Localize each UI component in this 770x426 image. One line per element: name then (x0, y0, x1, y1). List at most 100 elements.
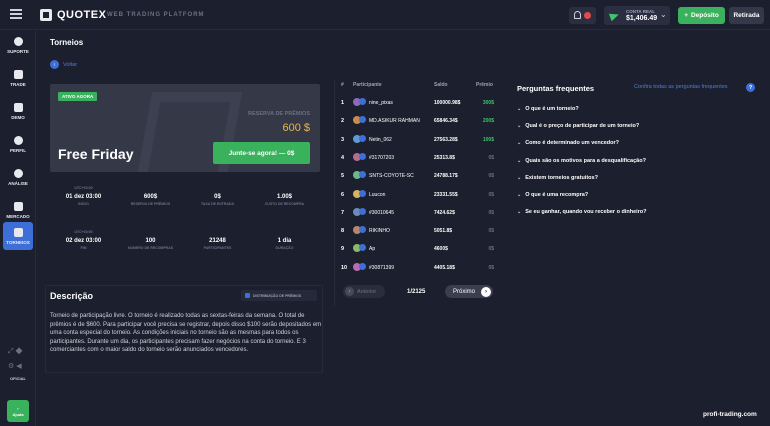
country-flag-icon (359, 98, 366, 105)
rank: 5 (341, 173, 345, 180)
participant-name: nine_pixas (369, 100, 393, 106)
participant-balance: 5051.8$ (434, 228, 453, 235)
sidebar-item-market[interactable]: MERCADO (3, 197, 33, 223)
withdraw-button[interactable]: Retirada (729, 7, 764, 24)
faq-question: Como é determinado um vencedor? (525, 140, 620, 147)
official-label: OFICIAL (10, 376, 26, 381)
chevron-left-icon: ‹ (345, 287, 354, 296)
table-row[interactable]: 6 Luucon 23331.55$ 0$ (336, 186, 496, 204)
participant-balance: 23331.55$ (434, 191, 458, 198)
settings-icon[interactable]: ⚙ ◀ (8, 362, 22, 370)
rank: 1 (341, 100, 345, 106)
stat-rebuys: 100 NÚMERO DE RECOMPRAS (117, 235, 184, 251)
faq-item[interactable]: ⌄ Se eu ganhar, quando vou receber o dinh… (517, 209, 647, 215)
sidebar-item-label: ANÁLISE (8, 180, 28, 186)
table-row[interactable]: 1 nine_pixas 100000.98$ 300$ (336, 94, 496, 112)
previous-button[interactable]: ‹ Anterior (343, 285, 385, 298)
faq-item[interactable]: ⌄ O que é uma recompra? (517, 192, 588, 198)
sidebar-item-profile[interactable]: PERFIL (3, 131, 33, 157)
faq-item[interactable]: ⌄ Quais são os motivos para a desqualific… (517, 158, 646, 164)
stat-value: 01 dez 03:00 (65, 193, 102, 200)
faq-item[interactable]: ⌄ Como é determinado um vencedor? (517, 140, 619, 146)
back-link[interactable]: ‹ Voltar (50, 60, 77, 69)
stat-label: CUSTO DE RECOMPRA (264, 202, 305, 206)
stat-rebuy-cost: 1.00$ CUSTO DE RECOMPRA (251, 191, 318, 207)
participant-prize: 0$ (488, 246, 494, 253)
sidebar-item-analysis[interactable]: ANÁLISE (3, 164, 33, 190)
divider (334, 80, 335, 306)
column-header: Participante (353, 82, 382, 88)
table-row[interactable]: 8 RIKINHO 5051.8$ 0$ (336, 222, 496, 240)
chart-icon (13, 69, 23, 79)
sidebar-item-demo[interactable]: DEMO (3, 98, 33, 124)
table-row[interactable]: 5 SNTS-COYOTE-SC 24788.17$ 0$ (336, 167, 496, 185)
analysis-icon (13, 168, 23, 178)
join-button[interactable]: Junte-se agora! — 0$ (213, 142, 310, 164)
table-row[interactable]: 10 #30871399 4405.18$ 0$ (336, 259, 496, 277)
platform-label: WEB TRADING PLATFORM (107, 12, 205, 18)
plus-icon: + (684, 12, 688, 19)
top-header: QUOTEX WEB TRADING PLATFORM CONTA REAL $… (0, 0, 770, 30)
fullscreen-icon[interactable]: ⤢ ◆ (8, 348, 23, 356)
help-icon[interactable]: ? (746, 83, 755, 92)
stat-caption: UTC+03:00 (74, 230, 93, 234)
table-row[interactable]: 7 #30010645 7424.62$ 0$ (336, 204, 496, 222)
next-button[interactable]: Próximo › (445, 285, 493, 298)
stat-value: 100 (145, 238, 156, 244)
sidebar-item-support[interactable]: SUPORTE (3, 32, 33, 58)
faq-title: Perguntas frequentes (517, 84, 595, 93)
user-icon (13, 135, 23, 145)
participant-name: #30871399 (369, 264, 395, 271)
rank: 4 (341, 154, 345, 161)
flag-icon (584, 12, 591, 19)
prize-distribution-label: DISTRIBUIÇÃO DE PRÊMIOS (253, 293, 302, 298)
cap-icon (13, 102, 23, 112)
back-label: Voltar (63, 61, 78, 68)
notifications-button[interactable] (569, 7, 596, 24)
chat-icon: ▪ (17, 405, 19, 411)
tournament-banner: ATIVO AGORA RESERVA DE PRÊMIOS 600 $ Fre… (50, 84, 320, 172)
rank: 3 (341, 136, 345, 143)
paper-plane-icon (608, 10, 621, 22)
participant-balance: 4405.18$ (434, 264, 455, 271)
help-button[interactable]: ▪ Ajuda (7, 400, 29, 422)
table-row[interactable]: 4 #31707203 25313.8$ 0$ (336, 149, 496, 167)
participant-balance: 65846.34$ (434, 118, 458, 125)
account-selector[interactable]: CONTA REAL $1,406.49 ⌄ (604, 6, 670, 25)
account-type: CONTA REAL (626, 9, 655, 14)
sidebar-item-trade[interactable]: TRADE (3, 65, 33, 91)
table-row[interactable]: 2 MD.ASIKUR RAHMAN 65846.34$ 200$ (336, 112, 496, 130)
rank: 6 (341, 191, 345, 198)
faq-question: Quais são os motivos para a desqualifica… (525, 157, 646, 164)
country-flag-icon (359, 262, 366, 270)
previous-label: Anterior (357, 288, 377, 295)
table-row[interactable]: 9 Ap 4600$ 0$ (336, 240, 496, 258)
participant-name: Ap (369, 246, 376, 253)
participant-prize: 100$ (482, 136, 494, 143)
chevron-down-icon: ⌄ (517, 106, 522, 112)
sidebar-item-tournaments[interactable]: TORNEIOS (3, 222, 33, 250)
deposit-label: Depósito (690, 12, 719, 19)
faq-all-link[interactable]: Confira todas as perguntas frequentes (634, 84, 728, 90)
faq-item[interactable]: ⌄ Qual é o preço de participar de um torn… (517, 123, 639, 129)
prize-distribution-button[interactable]: DISTRIBUIÇÃO DE PRÊMIOS (241, 290, 317, 301)
faq-question: O que é uma recompra? (525, 192, 589, 198)
logo[interactable]: QUOTEX (40, 9, 106, 21)
pagination: ‹ Anterior 1/2125 Próximo › (340, 283, 495, 303)
faq-item[interactable]: ⌄ Existem torneios gratuitos? (517, 175, 598, 181)
stat-label: PARTICIPANTES (203, 246, 232, 250)
deposit-button[interactable]: + Depósito (678, 7, 725, 24)
faq-item[interactable]: ⌄ O que é um torneio? (517, 106, 579, 112)
chevron-down-icon: ⌄ (517, 123, 522, 130)
menu-icon[interactable] (10, 9, 22, 19)
chevron-down-icon: ⌄ (660, 10, 667, 19)
official-badge[interactable]: OFICIAL (10, 376, 26, 381)
stat-value: 02 dez 03:00 (65, 237, 102, 244)
table-row[interactable]: 3 Netin_062 27563.28$ 100$ (336, 131, 496, 149)
stat-participants: 21248 PARTICIPANTES (184, 235, 251, 251)
rank: 7 (341, 209, 345, 216)
rank: 2 (341, 118, 345, 125)
participant-balance: 25313.8$ (434, 154, 455, 161)
participant-name: #30010645 (369, 209, 395, 216)
faq-question: Qual é o preço de participar de um torne… (525, 123, 640, 130)
